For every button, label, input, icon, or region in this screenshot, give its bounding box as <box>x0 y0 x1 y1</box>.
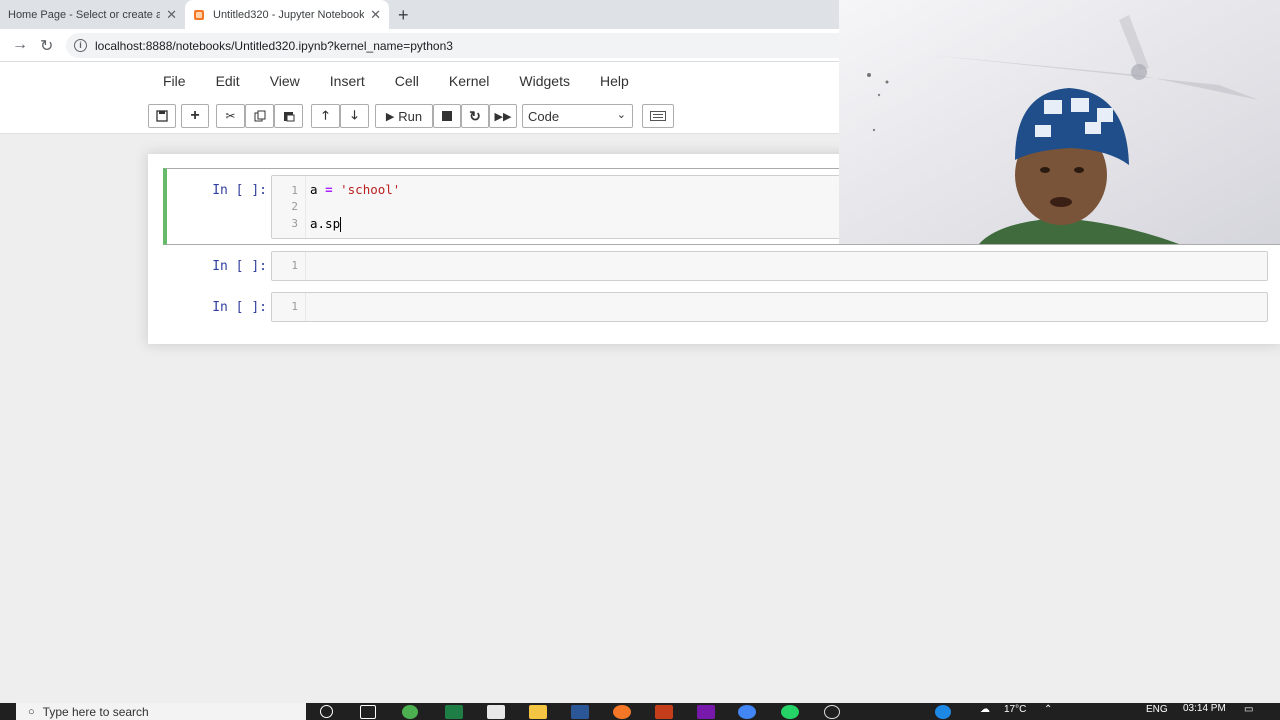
taskbar: ○ Type here to search ☁ 17°C ⌃ ENG 03:14… <box>0 703 1280 720</box>
command-palette-button[interactable] <box>642 104 674 128</box>
run-label: Run <box>398 108 423 124</box>
menu-insert[interactable]: Insert <box>330 70 365 94</box>
run-button[interactable]: ▶ Run <box>375 104 433 128</box>
arrow-down-icon: 🡓 <box>351 107 358 122</box>
interrupt-button[interactable] <box>433 104 461 128</box>
tab-title: Untitled320 - Jupyter Notebook <box>213 8 365 21</box>
notification-icon[interactable]: ▭ <box>1244 704 1253 715</box>
search-placeholder: Type here to search <box>42 704 149 719</box>
line-number: 2 <box>291 200 298 213</box>
webcam-overlay <box>839 0 1280 244</box>
code-string: 'school' <box>340 182 401 197</box>
clock-time[interactable]: 03:14 PM <box>1183 703 1226 714</box>
onenote-icon[interactable] <box>697 705 715 719</box>
paste-button[interactable] <box>274 104 303 128</box>
cortana-icon[interactable] <box>320 705 333 718</box>
new-tab-button[interactable]: + <box>398 5 409 26</box>
save-button[interactable] <box>148 104 176 128</box>
copy-icon <box>254 110 265 122</box>
powerpoint-icon[interactable] <box>655 705 673 719</box>
menu-help[interactable]: Help <box>600 70 629 94</box>
word-icon[interactable] <box>571 705 589 719</box>
app-icon[interactable] <box>824 705 840 719</box>
cell-prompt: In [ ]: <box>212 183 267 198</box>
weather-temp[interactable]: 17°C <box>1004 704 1026 715</box>
restart-icon: ↻ <box>469 107 481 124</box>
url-text[interactable]: localhost:8888/notebooks/Untitled320.ipy… <box>95 39 453 53</box>
cell-type-select[interactable]: Code ⌄ <box>522 104 633 128</box>
weather-icon[interactable]: ☁ <box>980 704 990 715</box>
tab-title: Home Page - Select or create a n <box>8 8 161 21</box>
play-icon: ▶ <box>385 110 395 123</box>
menu-kernel[interactable]: Kernel <box>449 70 489 94</box>
fast-forward-icon: ▶▶ <box>494 110 512 123</box>
jupyter-favicon-icon <box>194 9 204 20</box>
menu-edit[interactable]: Edit <box>216 70 240 94</box>
cell-prompt: In [ ]: <box>212 300 267 315</box>
tab-home-page[interactable]: Home Page - Select or create a n ✕ <box>0 0 185 29</box>
plus-icon: + <box>190 107 200 124</box>
move-down-button[interactable]: 🡓 <box>340 104 369 128</box>
text-cursor <box>340 217 342 232</box>
task-view-icon[interactable] <box>360 705 376 719</box>
stop-icon <box>442 111 452 121</box>
restart-button[interactable]: ↻ <box>461 104 489 128</box>
menu-cell[interactable]: Cell <box>395 70 419 94</box>
code-editor[interactable]: 1 <box>271 251 1268 281</box>
line-number: 1 <box>291 259 298 272</box>
chevron-up-icon[interactable]: ⌃ <box>1044 704 1052 715</box>
copy-button[interactable] <box>245 104 274 128</box>
code-line-1: a = 'school' <box>310 182 400 197</box>
webcam-feed-image <box>839 0 1280 244</box>
cell-type-value: Code <box>528 108 560 124</box>
code-text: a.sp <box>310 216 341 231</box>
menu-view[interactable]: View <box>270 70 300 94</box>
code-var: a <box>310 182 318 197</box>
arrow-up-icon: 🡑 <box>322 107 329 122</box>
restart-run-all-button[interactable]: ▶▶ <box>489 104 517 128</box>
line-number: 3 <box>291 217 298 230</box>
app-icon[interactable] <box>402 705 418 719</box>
line-number: 1 <box>291 184 298 197</box>
code-operator: = <box>325 182 333 197</box>
info-icon[interactable]: i <box>74 39 87 52</box>
reload-icon[interactable]: ↻ <box>40 36 53 56</box>
jupyter-icon[interactable] <box>613 705 631 719</box>
menubar: File Edit View Insert Cell Kernel Widget… <box>148 70 629 94</box>
taskbar-search[interactable]: ○ Type here to search <box>16 703 306 720</box>
line-number: 1 <box>291 300 298 313</box>
save-icon <box>156 110 168 122</box>
code-line-3: a.sp <box>310 216 342 232</box>
code-cell[interactable]: In [ ]: 1 <box>163 291 1280 325</box>
code-cell[interactable]: In [ ]: 1 <box>163 250 1280 284</box>
move-up-button[interactable]: 🡑 <box>311 104 340 128</box>
excel-icon[interactable] <box>445 705 463 719</box>
chrome-icon[interactable] <box>738 705 756 719</box>
menu-file[interactable]: File <box>163 70 186 94</box>
close-tab-icon[interactable]: ✕ <box>370 7 381 23</box>
chevron-down-icon: ⌄ <box>616 109 626 121</box>
close-tab-icon[interactable]: ✕ <box>166 7 177 23</box>
scissors-icon: ✂ <box>225 109 236 123</box>
search-icon: ○ <box>28 705 35 718</box>
file-explorer-icon[interactable] <box>529 705 547 719</box>
code-editor[interactable]: 1 <box>271 292 1268 322</box>
insert-cell-button[interactable]: + <box>181 104 209 128</box>
whatsapp-icon[interactable] <box>781 705 799 719</box>
store-icon[interactable] <box>487 705 505 719</box>
tab-jupyter-notebook[interactable]: Untitled320 - Jupyter Notebook ✕ <box>185 0 389 29</box>
language-indicator[interactable]: ENG <box>1146 704 1168 715</box>
cell-prompt: In [ ]: <box>212 259 267 274</box>
cut-button[interactable]: ✂ <box>216 104 245 128</box>
menu-widgets[interactable]: Widgets <box>519 70 570 94</box>
paste-icon <box>283 112 294 122</box>
help-icon[interactable] <box>935 705 951 719</box>
forward-arrow-icon[interactable]: → <box>12 36 28 54</box>
keyboard-icon <box>650 111 666 121</box>
